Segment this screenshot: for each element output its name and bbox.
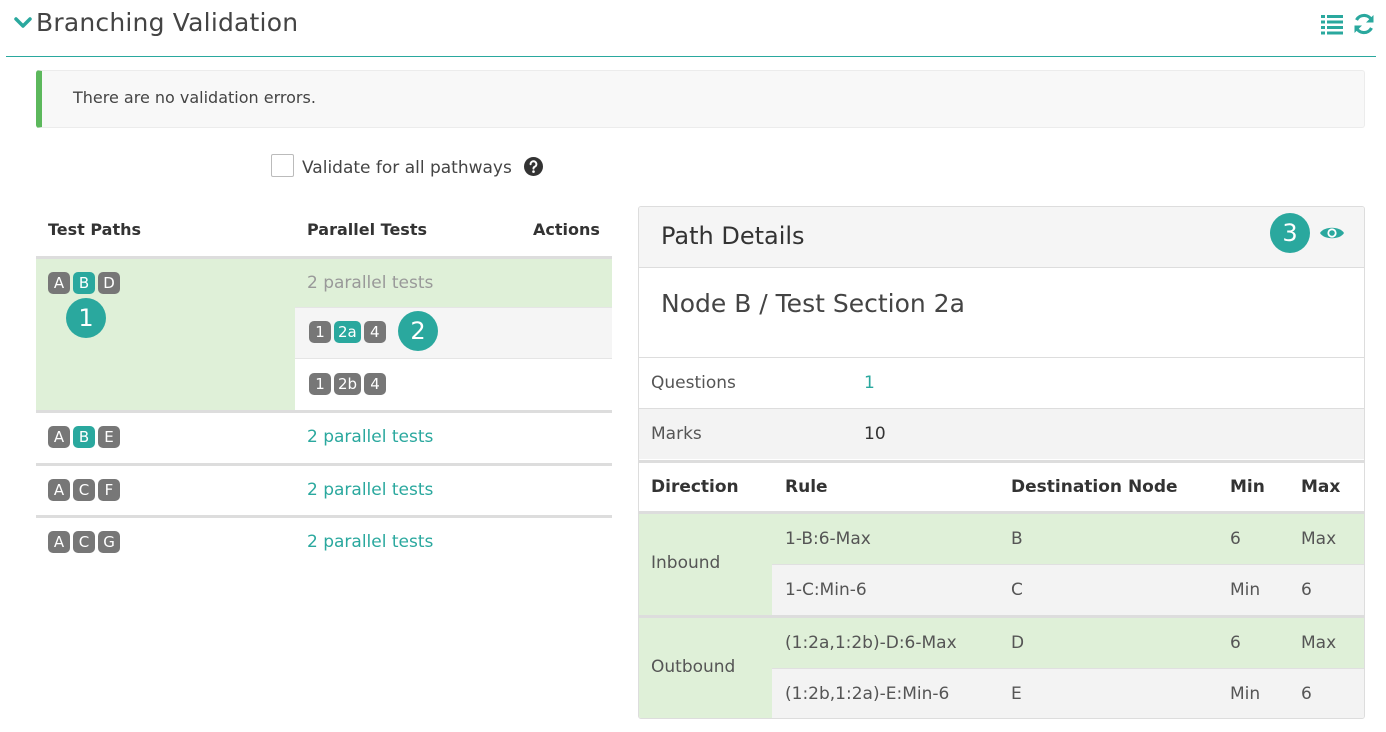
node-chip-active: B bbox=[73, 272, 95, 294]
destination-cell: B bbox=[1011, 529, 1023, 549]
parallel-tests-link[interactable]: 2 parallel tests bbox=[307, 532, 433, 552]
table-row: (1:2a,1:2b)-D:6-Max D 6 Max bbox=[772, 618, 1364, 669]
actions-header: Actions bbox=[533, 220, 600, 239]
parallel-test-item-selected[interactable]: 1 2a 4 2 bbox=[295, 308, 612, 359]
marks-label: Marks bbox=[651, 424, 702, 444]
section-chip-active: 2a bbox=[334, 321, 361, 343]
parallel-tests-link[interactable]: 2 parallel tests bbox=[307, 427, 433, 447]
direction-cell: Inbound bbox=[639, 514, 772, 616]
node-chip: A bbox=[48, 479, 70, 501]
parallel-tests-link[interactable]: 2 parallel tests bbox=[307, 480, 433, 500]
header-actions bbox=[1320, 12, 1376, 36]
chevron-down-icon[interactable] bbox=[14, 14, 32, 32]
node-chip: G bbox=[98, 531, 120, 553]
max-header: Max bbox=[1301, 477, 1341, 497]
max-cell: Max bbox=[1301, 529, 1337, 549]
questions-value-link[interactable]: 1 bbox=[864, 373, 875, 393]
section-chips: 1 2b 4 bbox=[309, 373, 387, 395]
node-title: Node B / Test Section 2a bbox=[661, 289, 965, 318]
refresh-icon[interactable] bbox=[1352, 12, 1376, 36]
direction-header: Direction bbox=[651, 477, 739, 497]
node-chip: A bbox=[48, 272, 70, 294]
min-cell: Min bbox=[1230, 580, 1261, 600]
destination-header: Destination Node bbox=[1011, 477, 1178, 497]
min-cell: 6 bbox=[1230, 633, 1241, 653]
validate-all-option: Validate for all pathways bbox=[271, 153, 543, 178]
section-chip: 4 bbox=[364, 373, 387, 395]
node-chip: F bbox=[98, 479, 120, 501]
table-row: 1-B:6-Max B 6 Max bbox=[772, 514, 1364, 565]
direction-cell: Outbound bbox=[639, 618, 772, 718]
node-chip: C bbox=[73, 531, 95, 553]
marks-row: Marks 10 bbox=[639, 408, 1364, 459]
marks-value: 10 bbox=[864, 424, 886, 444]
max-cell: 6 bbox=[1301, 580, 1312, 600]
node-chip: E bbox=[98, 426, 120, 448]
section-chip: 4 bbox=[363, 321, 386, 343]
rule-cell: 1-C:Min-6 bbox=[785, 580, 867, 600]
rule-header: Rule bbox=[785, 477, 828, 497]
questions-label: Questions bbox=[651, 373, 736, 393]
path-nodes[interactable]: A B E bbox=[48, 426, 120, 448]
row-divider bbox=[36, 410, 612, 413]
path-nodes: A B D bbox=[48, 272, 120, 294]
section-chip: 1 bbox=[309, 321, 331, 343]
table-row-selected[interactable]: A B D 1 2 parallel tests 1 2a 4 2 1 2b 4 bbox=[36, 259, 612, 410]
parallel-tests-header: Parallel Tests bbox=[307, 220, 427, 239]
parallel-tests-count: 2 parallel tests bbox=[307, 273, 434, 293]
section-chip: 2b bbox=[334, 373, 362, 395]
parallel-test-item[interactable]: 1 2b 4 bbox=[295, 359, 612, 410]
table-row: 1-C:Min-6 C Min 6 bbox=[772, 565, 1364, 616]
row-divider bbox=[36, 463, 612, 466]
rules-table-header: Direction Rule Destination Node Min Max bbox=[639, 460, 1364, 514]
question-circle-icon[interactable] bbox=[523, 156, 543, 176]
questions-row: Questions 1 bbox=[639, 357, 1364, 408]
callout-badge: 2 bbox=[398, 311, 438, 351]
rule-cell: (1:2b,1:2a)-E:Min-6 bbox=[785, 684, 950, 704]
validation-alert: There are no validation errors. bbox=[36, 70, 1365, 128]
rule-cell: (1:2a,1:2b)-D:6-Max bbox=[785, 633, 957, 653]
node-chip: C bbox=[73, 479, 95, 501]
min-cell: 6 bbox=[1230, 529, 1241, 549]
callout-badge: 3 bbox=[1270, 213, 1310, 253]
validate-all-label[interactable]: Validate for all pathways bbox=[302, 158, 512, 178]
destination-cell: C bbox=[1011, 580, 1023, 600]
path-details-panel: Path Details 3 Node B / Test Section 2a … bbox=[638, 206, 1365, 719]
panel-title: Path Details bbox=[661, 222, 805, 250]
path-nodes[interactable]: A C F bbox=[48, 479, 120, 501]
max-cell: Max bbox=[1301, 633, 1337, 653]
row-divider bbox=[36, 515, 612, 518]
path-nodes[interactable]: A C G bbox=[48, 531, 120, 553]
alert-message: There are no validation errors. bbox=[73, 88, 316, 107]
panel-header: Path Details 3 bbox=[639, 207, 1364, 268]
path-cell: A B D 1 bbox=[36, 259, 295, 410]
node-chip-active: B bbox=[73, 426, 95, 448]
test-paths-header: Test Paths bbox=[48, 220, 142, 239]
destination-cell: D bbox=[1011, 633, 1025, 653]
callout-badge: 1 bbox=[66, 298, 106, 338]
node-chip: A bbox=[48, 531, 70, 553]
direction-label: Inbound bbox=[651, 553, 721, 573]
max-cell: 6 bbox=[1301, 684, 1312, 704]
section-chips: 1 2a 4 bbox=[309, 321, 386, 343]
section-chip: 1 bbox=[309, 373, 331, 395]
min-cell: Min bbox=[1230, 684, 1261, 704]
page-title: Branching Validation bbox=[36, 8, 299, 37]
min-header: Min bbox=[1230, 477, 1265, 497]
rule-cell: 1-B:6-Max bbox=[785, 529, 871, 549]
node-chip: D bbox=[98, 272, 120, 294]
node-chip: A bbox=[48, 426, 70, 448]
eye-icon[interactable] bbox=[1319, 223, 1345, 243]
parallel-summary-cell: 2 parallel tests bbox=[295, 259, 612, 308]
destination-cell: E bbox=[1011, 684, 1022, 704]
list-icon[interactable] bbox=[1320, 12, 1344, 36]
validate-all-checkbox[interactable] bbox=[271, 153, 294, 177]
table-row: (1:2b,1:2a)-E:Min-6 E Min 6 bbox=[772, 669, 1364, 718]
direction-label: Outbound bbox=[651, 657, 736, 677]
page-header: Branching Validation bbox=[6, 0, 1376, 57]
